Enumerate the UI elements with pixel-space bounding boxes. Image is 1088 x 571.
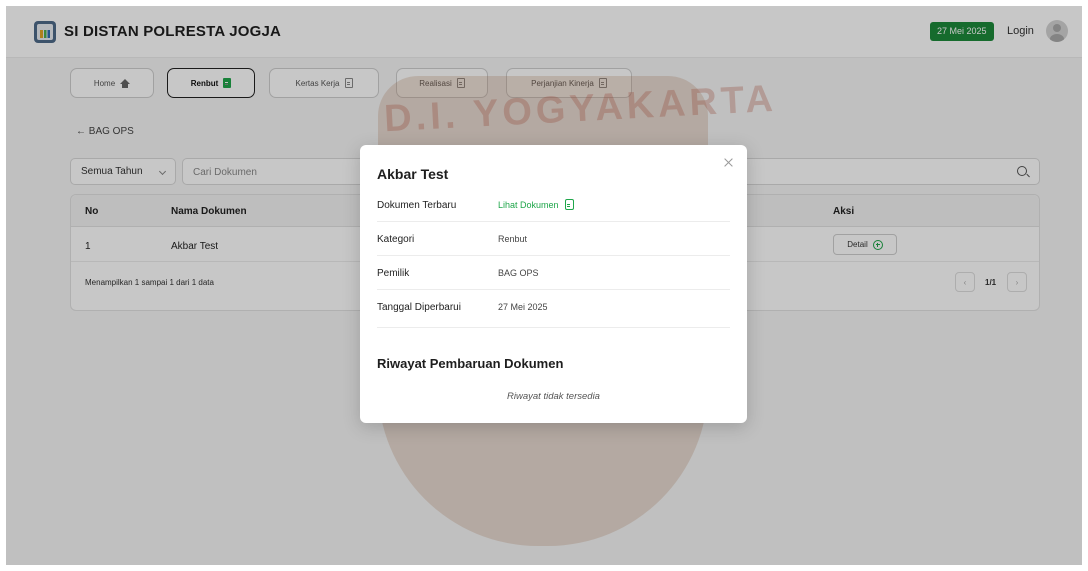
history-empty-text: Riwayat tidak tersedia: [507, 391, 600, 402]
document-detail-modal: Akbar Test Dokumen Terbaru Lihat Dokumen…: [360, 145, 747, 423]
field-value: 27 Mei 2025: [498, 302, 548, 312]
close-icon[interactable]: [724, 158, 734, 168]
field-value: Renbut: [498, 234, 528, 244]
app-frame: SI DISTAN POLRESTA JOGJA 27 Mei 2025 Log…: [6, 6, 1082, 565]
field-label: Kategori: [377, 234, 415, 245]
field-value: BAG OPS: [498, 268, 539, 278]
field-latest-document: Dokumen Terbaru Lihat Dokumen: [377, 188, 730, 222]
history-section-title: Riwayat Pembaruan Dokumen: [377, 356, 564, 371]
field-label: Tanggal Diperbarui: [377, 302, 461, 313]
view-document-link[interactable]: Lihat Dokumen: [498, 199, 574, 210]
document-icon: [564, 199, 574, 210]
field-label: Dokumen Terbaru: [377, 200, 457, 211]
field-category: Kategori Renbut: [377, 222, 730, 256]
modal-title: Akbar Test: [377, 166, 449, 182]
field-owner: Pemilik BAG OPS: [377, 256, 730, 290]
field-updated-date: Tanggal Diperbarui 27 Mei 2025: [377, 290, 730, 328]
view-document-label: Lihat Dokumen: [498, 199, 559, 210]
field-label: Pemilik: [377, 268, 410, 279]
